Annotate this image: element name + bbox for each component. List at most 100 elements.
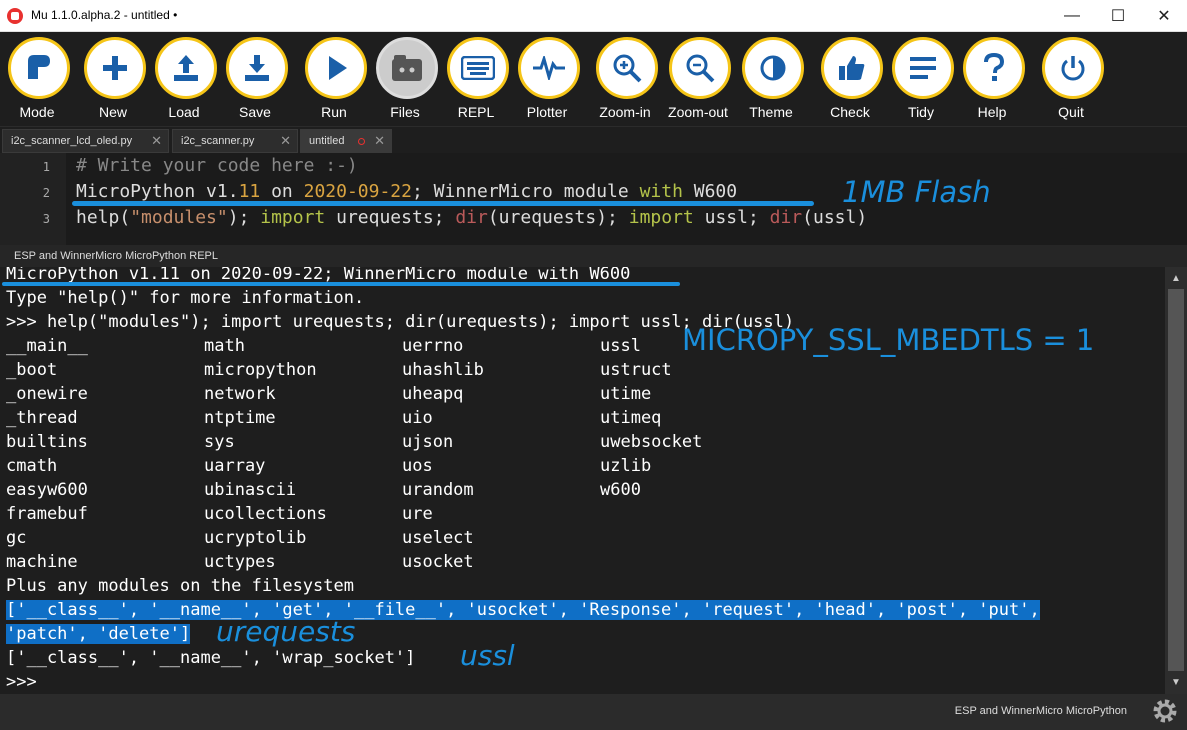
module-name: ubinascii: [204, 480, 297, 500]
plotter-button[interactable]: Plotter: [516, 37, 582, 125]
module-name: uselect: [402, 528, 474, 548]
code-line-1: # Write your code here :-): [76, 155, 358, 176]
minimize-button[interactable]: —: [1049, 0, 1095, 31]
mode-button[interactable]: Mode: [6, 37, 72, 125]
module-name: ure: [402, 504, 433, 524]
close-tab-icon[interactable]: ✕: [280, 130, 291, 152]
annotation-mbedtls: MICROPY_SSL_MBEDTLS = 1: [682, 323, 1095, 357]
toolbar: Mode New Load Save Run Files REPL Plotte…: [0, 32, 1187, 126]
repl-scrollbar[interactable]: ▲ ▼: [1165, 267, 1187, 694]
tidy-button[interactable]: Tidy: [890, 37, 956, 125]
tab-i2c-scanner[interactable]: i2c_scanner.py ✕: [172, 129, 298, 153]
module-name: _onewire: [6, 384, 88, 404]
save-button[interactable]: Save: [224, 37, 290, 125]
tab-i2c-scanner-lcd-oled[interactable]: i2c_scanner_lcd_oled.py ✕: [2, 129, 169, 153]
line-number: 2: [42, 186, 50, 200]
tab-bar: i2c_scanner_lcd_oled.py ✕ i2c_scanner.py…: [0, 127, 1187, 153]
theme-button[interactable]: Theme: [740, 37, 806, 125]
module-name: cmath: [6, 456, 58, 476]
module-name: ucollections: [204, 504, 327, 524]
new-button[interactable]: New: [82, 37, 148, 125]
annotation-urequests: urequests: [216, 615, 356, 648]
module-name: ussl: [600, 336, 641, 356]
module-name: machine: [6, 552, 78, 572]
zoom-out-icon: [669, 37, 731, 99]
module-name: uctypes: [204, 552, 276, 572]
module-name: usocket: [402, 552, 474, 572]
download-icon: [226, 37, 288, 99]
mu-logo-icon: [7, 8, 23, 24]
module-name: w600: [600, 480, 641, 500]
line-number: 3: [42, 212, 50, 226]
repl-command: >>> help("modules"); import urequests; d…: [6, 312, 795, 332]
zoom-out-button[interactable]: Zoom-out: [667, 37, 733, 125]
upload-icon: [155, 37, 217, 99]
plus-icon: [84, 37, 146, 99]
theme-icon: [742, 37, 804, 99]
module-name: uos: [402, 456, 433, 476]
close-tab-icon[interactable]: ✕: [151, 130, 162, 152]
scroll-down-icon[interactable]: ▼: [1165, 675, 1187, 691]
load-button[interactable]: Load: [153, 37, 219, 125]
lines-icon: [892, 37, 954, 99]
gear-icon[interactable]: [1151, 697, 1179, 725]
module-name: gc: [6, 528, 27, 548]
module-name: uarray: [204, 456, 266, 476]
module-name: utimeq: [600, 408, 662, 428]
mode-icon: [8, 37, 70, 99]
module-name: math: [204, 336, 245, 356]
zoom-in-button[interactable]: Zoom-in: [594, 37, 660, 125]
module-name: framebuf: [6, 504, 88, 524]
waveform-icon: [518, 37, 580, 99]
repl-pane[interactable]: MicroPython v1.11 on 2020-09-22; WinnerM…: [0, 267, 1165, 694]
line-number: 1: [42, 160, 50, 174]
keyboard-icon: [447, 37, 509, 99]
quit-button[interactable]: Quit: [1040, 37, 1106, 125]
module-name: sys: [204, 432, 235, 452]
module-name: uhashlib: [402, 360, 484, 380]
annotation-underline: [72, 201, 814, 206]
title-bar: Mu 1.1.0.alpha.2 - untitled • — ☐ ✕: [0, 0, 1187, 32]
code-editor[interactable]: 1 2 3 # Write your code here :-) MicroPy…: [0, 153, 1187, 245]
module-name: uio: [402, 408, 433, 428]
tab-untitled[interactable]: untitled ✕: [300, 129, 392, 153]
module-name: _boot: [6, 360, 58, 380]
unsaved-indicator-icon: [358, 138, 365, 145]
module-name: uheapq: [402, 384, 464, 404]
help-button[interactable]: Help: [961, 37, 1027, 125]
module-name: ujson: [402, 432, 454, 452]
scroll-thumb[interactable]: [1168, 289, 1184, 671]
files-icon: [376, 37, 438, 99]
module-name: ntptime: [204, 408, 276, 428]
question-icon: [963, 37, 1025, 99]
run-button[interactable]: Run: [303, 37, 369, 125]
scroll-up-icon[interactable]: ▲: [1165, 271, 1187, 287]
annotation-ussl: ussl: [460, 639, 515, 672]
files-button[interactable]: Files: [374, 37, 440, 125]
play-icon: [305, 37, 367, 99]
check-button[interactable]: Check: [819, 37, 885, 125]
annotation-flash: 1MB Flash: [842, 175, 991, 209]
repl-prompt: >>>: [6, 672, 37, 692]
maximize-button[interactable]: ☐: [1095, 0, 1141, 31]
repl-urequests-dir: ['__class__', '__name__', 'get', '__file…: [6, 600, 1040, 620]
module-name: easyw600: [6, 480, 88, 500]
module-name: ucryptolib: [204, 528, 307, 548]
module-name: uerrno: [402, 336, 464, 356]
module-name: _thread: [6, 408, 78, 428]
repl-ussl-dir: ['__class__', '__name__', 'wrap_socket']: [6, 648, 416, 668]
zoom-in-icon: [596, 37, 658, 99]
repl-button[interactable]: REPL: [445, 37, 511, 125]
line-number-gutter: 1 2 3: [0, 153, 66, 245]
window-title: Mu 1.1.0.alpha.2 - untitled •: [31, 8, 178, 22]
repl-plus-modules: Plus any modules on the filesystem: [6, 576, 354, 596]
module-name: ustruct: [600, 360, 672, 380]
module-name: builtins: [6, 432, 88, 452]
close-button[interactable]: ✕: [1141, 0, 1187, 31]
close-tab-icon[interactable]: ✕: [374, 130, 385, 152]
module-name: micropython: [204, 360, 317, 380]
repl-help-hint: Type "help()" for more information.: [6, 288, 365, 308]
module-name: network: [204, 384, 276, 404]
status-bar: ESP and WinnerMicro MicroPython: [0, 694, 1187, 728]
thumbs-up-icon: [821, 37, 883, 99]
